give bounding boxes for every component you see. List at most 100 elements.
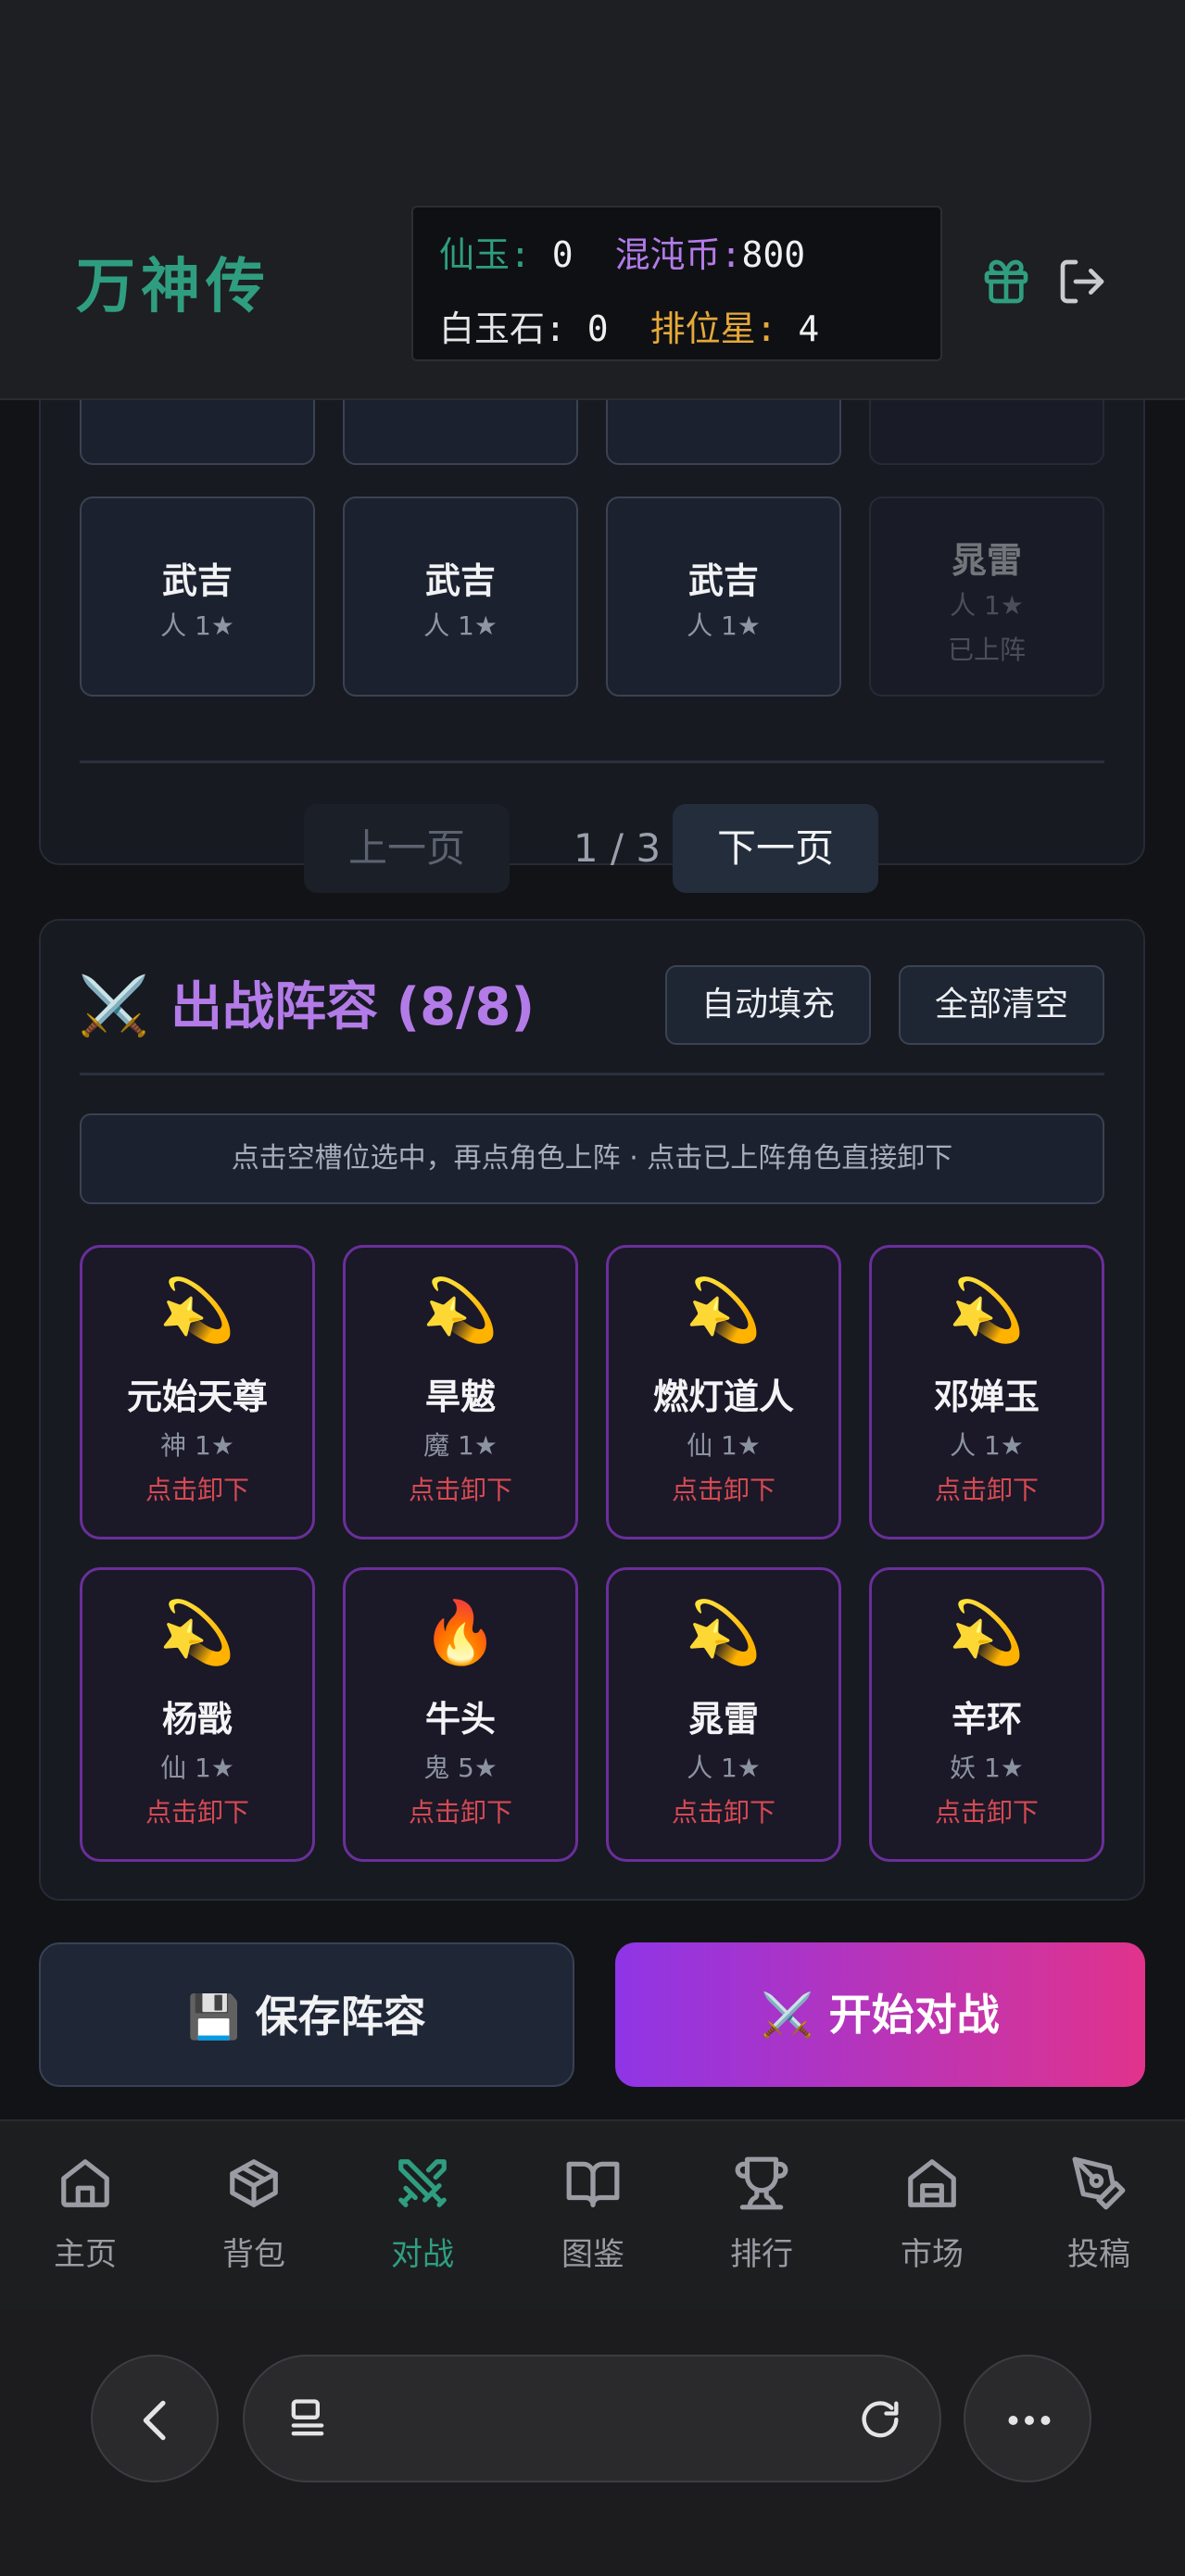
character-info: 人 1★ xyxy=(160,610,234,641)
xianyu-balance: 仙玉: 0 xyxy=(439,234,574,275)
lineup-slot[interactable]: 💫 辛环 妖 1★ 点击卸下 xyxy=(869,1567,1104,1862)
top-bar: 万神传 仙玉: 0 混沌币:800 白玉石: 0 排位星: 4 xyxy=(0,0,1185,400)
character-name: 牛头 xyxy=(424,1699,496,1740)
character-name: 元始天尊 xyxy=(126,1376,268,1417)
dizzy-star-icon: 💫 xyxy=(948,1597,1026,1668)
currency-row-1: 仙玉: 0 混沌币:800 xyxy=(439,226,826,277)
lineup-panel: ⚔️ 出战阵容 (8/8) 自动填充 全部清空 点击空槽位选中，再点角色上阵 ·… xyxy=(39,919,1145,1901)
character-info: 妖 1★ xyxy=(950,1753,1024,1783)
character-info: 神 1★ xyxy=(160,1430,234,1461)
book-icon xyxy=(566,2161,620,2207)
nav-codex[interactable]: 图鉴 xyxy=(528,2155,658,2284)
remove-action: 点击卸下 xyxy=(671,1475,775,1505)
trophy-icon xyxy=(735,2156,788,2210)
remove-action: 点击卸下 xyxy=(408,1797,512,1828)
divider xyxy=(80,760,1104,763)
remove-action: 点击卸下 xyxy=(145,1475,249,1505)
save-lineup-label: 保存阵容 xyxy=(255,1992,426,2042)
paiwei-value: 4 xyxy=(798,308,820,349)
currency-row-2: 白玉石: 0 排位星: 4 xyxy=(439,300,839,351)
xianyu-label: 仙玉: xyxy=(439,234,531,275)
character-info: 人 1★ xyxy=(687,1753,761,1783)
character-info: 仙 1★ xyxy=(160,1753,234,1783)
roster-cell[interactable] xyxy=(343,400,578,465)
roster-cell-deployed[interactable]: 晁雷 人 1★ 已上阵 xyxy=(869,496,1104,697)
character-info: 魔 1★ xyxy=(423,1430,498,1461)
dizzy-star-icon: 💫 xyxy=(948,1275,1026,1346)
nav-label: 市场 xyxy=(901,2236,964,2273)
tabs-icon xyxy=(291,2399,324,2436)
save-lineup-button[interactable]: 💾 保存阵容 xyxy=(39,1942,574,2087)
back-icon xyxy=(143,2400,166,2441)
deployed-status: 已上阵 xyxy=(947,635,1026,665)
box-icon xyxy=(230,2159,278,2207)
xianyu-value: 0 xyxy=(551,234,574,275)
hundun-label: 混沌币: xyxy=(614,234,742,275)
character-info: 人 1★ xyxy=(950,1430,1024,1461)
character-info: 人 1★ xyxy=(950,590,1024,621)
nav-market[interactable]: 市场 xyxy=(867,2155,997,2284)
pen-icon xyxy=(1072,2156,1126,2210)
lineup-slot[interactable]: 💫 晁雷 人 1★ 点击卸下 xyxy=(606,1567,841,1862)
nav-bag[interactable]: 背包 xyxy=(189,2155,319,2284)
character-name: 辛环 xyxy=(951,1699,1022,1740)
start-battle-button[interactable]: ⚔️ 开始对战 xyxy=(615,1942,1145,2087)
nav-rank[interactable]: 排行 xyxy=(697,2155,826,2284)
remove-action: 点击卸下 xyxy=(408,1475,512,1505)
paiwei-balance: 排位星: 4 xyxy=(650,308,820,349)
clear-all-button[interactable]: 全部清空 xyxy=(899,965,1104,1045)
baiyu-balance: 白玉石: 0 xyxy=(439,308,609,349)
more-button[interactable] xyxy=(964,2355,1091,2482)
roster-cell[interactable]: 武吉 人 1★ xyxy=(343,496,578,697)
swords-icon xyxy=(398,2159,447,2207)
character-info: 人 1★ xyxy=(423,610,498,641)
page-indicator: 1 / 3 xyxy=(573,825,662,871)
back-button[interactable] xyxy=(91,2355,219,2482)
app-title: 万神传 xyxy=(76,253,271,321)
baiyu-value: 0 xyxy=(586,308,609,349)
roster-cell[interactable] xyxy=(80,400,315,465)
character-name: 旱魃 xyxy=(424,1376,496,1417)
dizzy-star-icon: 💫 xyxy=(158,1275,236,1346)
lineup-hint: 点击空槽位选中，再点角色上阵 · 点击已上阵角色直接卸下 xyxy=(80,1113,1104,1204)
lineup-slot[interactable]: 💫 杨戬 仙 1★ 点击卸下 xyxy=(80,1567,315,1862)
address-bar[interactable] xyxy=(243,2355,941,2482)
nav-label: 图鉴 xyxy=(561,2236,624,2273)
nav-label: 背包 xyxy=(222,2236,285,2273)
character-info: 人 1★ xyxy=(687,610,761,641)
store-icon xyxy=(908,2159,956,2207)
next-page-button[interactable]: 下一页 xyxy=(673,804,878,893)
roster-cell[interactable]: 武吉 人 1★ xyxy=(606,496,841,697)
battle-content[interactable]: 武吉 人 1★ 武吉 人 1★ 武吉 人 1★ 晁雷 人 1★ 已上阵 上一页 … xyxy=(0,400,1185,2119)
lineup-slot[interactable]: 🔥 牛头 鬼 5★ 点击卸下 xyxy=(343,1567,578,1862)
crossed-swords-icon: ⚔️ xyxy=(761,1990,814,2040)
roster-cell[interactable]: 武吉 人 1★ xyxy=(80,496,315,697)
nav-label: 对战 xyxy=(391,2236,454,2273)
roster-panel: 武吉 人 1★ 武吉 人 1★ 武吉 人 1★ 晁雷 人 1★ 已上阵 上一页 … xyxy=(39,400,1145,893)
lineup-slot[interactable]: 💫 邓婵玉 人 1★ 点击卸下 xyxy=(869,1245,1104,1539)
logout-icon[interactable] xyxy=(1056,256,1108,308)
lineup-slot[interactable]: 💫 元始天尊 神 1★ 点击卸下 xyxy=(80,1245,315,1539)
lineup-slot[interactable]: 💫 燃灯道人 仙 1★ 点击卸下 xyxy=(606,1245,841,1539)
remove-action: 点击卸下 xyxy=(934,1475,1039,1505)
roster-cell[interactable] xyxy=(606,400,841,465)
nav-submit[interactable]: 投稿 xyxy=(1034,2155,1164,2284)
reload-icon[interactable] xyxy=(856,2395,904,2444)
home-icon xyxy=(61,2159,109,2207)
prev-page-button[interactable]: 上一页 xyxy=(304,804,510,893)
crossed-swords-icon: ⚔️ xyxy=(78,972,150,1039)
lineup-slot[interactable]: 💫 旱魃 魔 1★ 点击卸下 xyxy=(343,1245,578,1539)
nav-battle[interactable]: 对战 xyxy=(358,2155,487,2284)
nav-home[interactable]: 主页 xyxy=(20,2155,150,2284)
remove-action: 点击卸下 xyxy=(934,1797,1039,1828)
auto-fill-button[interactable]: 自动填充 xyxy=(665,965,871,1045)
dizzy-star-icon: 💫 xyxy=(685,1597,763,1668)
hundun-balance: 混沌币:800 xyxy=(615,234,806,275)
character-info: 仙 1★ xyxy=(687,1430,761,1461)
floppy-disk-icon: 💾 xyxy=(187,1992,241,2042)
dizzy-star-icon: 💫 xyxy=(685,1275,763,1346)
roster-cell[interactable] xyxy=(869,400,1104,465)
gift-icon[interactable] xyxy=(980,256,1032,308)
character-name: 晁雷 xyxy=(951,540,1022,581)
character-name: 邓婵玉 xyxy=(933,1376,1040,1417)
